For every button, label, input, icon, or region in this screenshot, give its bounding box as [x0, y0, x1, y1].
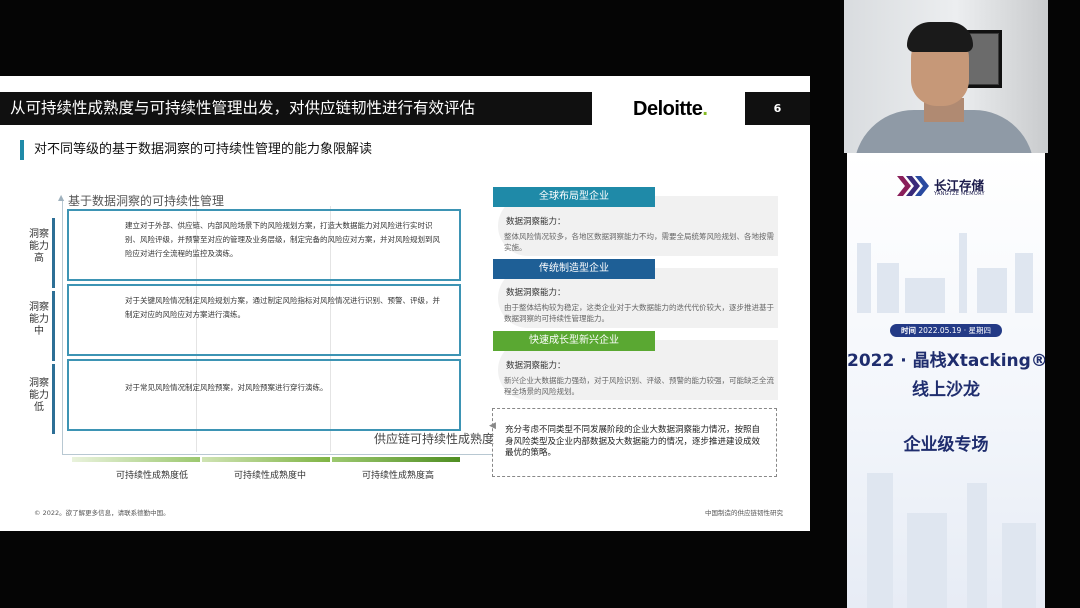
- maturity-label: 可持续性成熟度高: [361, 471, 434, 481]
- skyline-building: [907, 513, 947, 608]
- x-axis-label: 供应链可持续性成熟度: [374, 432, 495, 446]
- speaker-webcam-video: [844, 0, 1048, 153]
- y-axis-label: 基于数据洞察的可持续性管理: [68, 194, 225, 208]
- y-axis-line: [62, 199, 63, 454]
- enterprise-capability-heading: 数据洞察能力：: [506, 361, 566, 371]
- session-name: 企业级专场: [903, 435, 989, 455]
- event-promo-panel: 长江存储 YANGTZE MEMORY 时间 2022.05.19 · 星期四 …: [847, 153, 1045, 608]
- capability-level-bar: [52, 218, 55, 288]
- event-name: 2022 · 晶栈Xtacking®: [847, 351, 1045, 371]
- maturity-label: 可持续性成熟度低: [115, 471, 188, 481]
- skyline-tower: [959, 233, 967, 313]
- page-number: 6: [745, 92, 810, 125]
- enterprise-capability-desc: 新兴企业大数据能力强劲，对于风险识别、评级、预警的能力较强，可能缺乏全流程全场景…: [504, 376, 774, 396]
- company-english-name: YANGTZE MEMORY: [934, 191, 985, 197]
- enterprise-capability-heading: 数据洞察能力：: [506, 217, 566, 227]
- enterprise-type-pill: 快速成长型新兴企业: [493, 331, 655, 351]
- capability-description-mid: 对于关键风险情况制定风险规划方案，通过制定风险指标对风险情况进行识别、预警、评级…: [67, 284, 461, 356]
- enterprise-type-pill: 传统制造型企业: [493, 259, 655, 279]
- conclusion-box: 充分考虑不同类型不同发展阶段的企业大数据洞察能力情况，按照自身风险类型及企业内部…: [492, 408, 777, 477]
- capability-level-label: 洞察能力高: [29, 229, 49, 264]
- capability-level-bar: [52, 364, 55, 434]
- capability-description-low: 对于常见风险情况制定风险预案，对风险预案进行穿行演练。: [67, 359, 461, 431]
- maturity-label: 可持续性成熟度中: [233, 471, 306, 481]
- x-axis-line: [62, 454, 492, 455]
- skyline-building: [857, 243, 871, 313]
- capability-level-label: 洞察能力中: [29, 302, 49, 337]
- speaker-hair: [907, 22, 973, 52]
- skyline-building: [1002, 523, 1036, 608]
- report-name: 中国制造的供应链韧性研究: [705, 509, 783, 517]
- capability-level-label: 洞察能力低: [29, 378, 49, 413]
- skyline-building: [1015, 253, 1033, 313]
- skyline-building: [967, 483, 987, 608]
- enterprise-type-pill: 全球布局型企业: [493, 187, 655, 207]
- event-date-badge: 时间 2022.05.19 · 星期四: [890, 324, 1002, 337]
- maturity-bar: [332, 457, 460, 462]
- slide-subtitle: 对不同等级的基于数据洞察的可持续性管理的能力象限解读: [20, 140, 372, 160]
- event-subtitle: 线上沙龙: [912, 380, 980, 400]
- capability-description-high: 建立对于外部、供应链、内部风险场景下的风险规划方案，打造大数据能力对风险进行实时…: [67, 209, 461, 281]
- capability-level-bar: [52, 291, 55, 361]
- skyline-building: [867, 473, 893, 608]
- shared-slide: 从可持续性成熟度与可持续性管理出发，对供应链韧性进行有效评估 Deloitte.…: [0, 76, 810, 531]
- maturity-bar: [202, 457, 330, 462]
- enterprise-capability-heading: 数据洞察能力：: [506, 288, 566, 298]
- yangtze-memory-mark-icon: [897, 176, 929, 196]
- enterprise-capability-desc: 整体风险情况较多，各地区数据洞察能力不均，需要全局统筹风险规划、各地按需实施。: [504, 232, 774, 252]
- maturity-bar: [72, 457, 200, 462]
- enterprise-capability-desc: 由于整体结构较为稳定，这类企业对于大数据能力的迭代代价较大，逐步推进基于数据洞察…: [504, 303, 774, 323]
- skyline-building: [877, 263, 899, 313]
- slide-title: 从可持续性成熟度与可持续性管理出发，对供应链韧性进行有效评估: [0, 92, 592, 125]
- y-axis-arrow-icon: ▲: [58, 193, 65, 202]
- video-call-screen: 从可持续性成熟度与可持续性管理出发，对供应链韧性进行有效评估 Deloitte.…: [0, 0, 1080, 608]
- skyline-building: [977, 268, 1007, 313]
- deloitte-logo: Deloitte.: [633, 98, 708, 120]
- copyright-text: © 2022。欲了解更多信息，请联系德勤中国。: [34, 509, 170, 517]
- skyline-building: [905, 278, 945, 313]
